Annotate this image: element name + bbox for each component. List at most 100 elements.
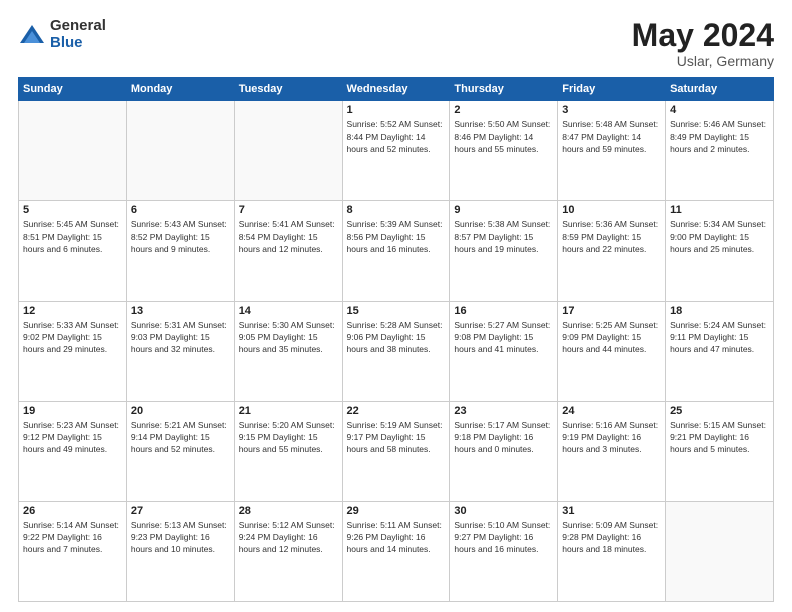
day-cell-2-3: 15 Sunrise: 5:28 AM Sunset: 9:06 PM Dayli…: [342, 301, 450, 401]
day-cell-0-6: 4 Sunrise: 5:46 AM Sunset: 8:49 PM Daylig…: [666, 101, 774, 201]
day-cell-3-4: 23 Sunrise: 5:17 AM Sunset: 9:18 PM Dayli…: [450, 401, 558, 501]
day-number-1-6: 11: [670, 204, 769, 216]
day-cell-4-3: 29 Sunrise: 5:11 AM Sunset: 9:26 PM Dayli…: [342, 501, 450, 601]
logo-icon: [18, 21, 46, 49]
day-info-1-3: Sunrise: 5:39 AM Sunset: 8:56 PM Dayligh…: [347, 218, 446, 255]
day-number-1-4: 9: [454, 204, 553, 216]
col-monday: Monday: [126, 78, 234, 101]
day-number-1-2: 7: [239, 204, 338, 216]
day-info-4-1: Sunrise: 5:13 AM Sunset: 9:23 PM Dayligh…: [131, 519, 230, 556]
day-cell-0-3: 1Sunrise: 5:52 AM Sunset: 8:44 PM Daylig…: [342, 101, 450, 201]
day-cell-3-6: 25 Sunrise: 5:15 AM Sunset: 9:21 PM Dayli…: [666, 401, 774, 501]
day-number-0-4: 2: [454, 104, 553, 116]
day-cell-1-6: 11 Sunrise: 5:34 AM Sunset: 9:00 PM Dayli…: [666, 201, 774, 301]
logo-text: General Blue: [50, 18, 106, 51]
day-cell-2-1: 13 Sunrise: 5:31 AM Sunset: 9:03 PM Dayli…: [126, 301, 234, 401]
day-cell-3-1: 20 Sunrise: 5:21 AM Sunset: 9:14 PM Dayli…: [126, 401, 234, 501]
col-sunday: Sunday: [19, 78, 127, 101]
day-number-3-4: 23: [454, 405, 553, 417]
day-cell-3-3: 22 Sunrise: 5:19 AM Sunset: 9:17 PM Dayli…: [342, 401, 450, 501]
day-number-3-6: 25: [670, 405, 769, 417]
title-month: May 2024: [632, 18, 774, 53]
day-number-2-1: 13: [131, 305, 230, 317]
day-cell-3-5: 24Sunrise: 5:16 AM Sunset: 9:19 PM Dayli…: [558, 401, 666, 501]
day-number-1-5: 10: [562, 204, 661, 216]
logo-general: General: [50, 18, 106, 35]
day-info-3-4: Sunrise: 5:17 AM Sunset: 9:18 PM Dayligh…: [454, 419, 553, 456]
day-info-2-6: Sunrise: 5:24 AM Sunset: 9:11 PM Dayligh…: [670, 319, 769, 356]
day-number-3-3: 22: [347, 405, 446, 417]
day-info-3-5: Sunrise: 5:16 AM Sunset: 9:19 PM Dayligh…: [562, 419, 661, 456]
day-info-1-4: Sunrise: 5:38 AM Sunset: 8:57 PM Dayligh…: [454, 218, 553, 255]
day-number-1-3: 8: [347, 204, 446, 216]
day-info-3-1: Sunrise: 5:21 AM Sunset: 9:14 PM Dayligh…: [131, 419, 230, 456]
week-row-2: 12Sunrise: 5:33 AM Sunset: 9:02 PM Dayli…: [19, 301, 774, 401]
day-info-1-2: Sunrise: 5:41 AM Sunset: 8:54 PM Dayligh…: [239, 218, 338, 255]
col-wednesday: Wednesday: [342, 78, 450, 101]
col-saturday: Saturday: [666, 78, 774, 101]
day-info-4-3: Sunrise: 5:11 AM Sunset: 9:26 PM Dayligh…: [347, 519, 446, 556]
day-number-2-5: 17: [562, 305, 661, 317]
day-info-3-6: Sunrise: 5:15 AM Sunset: 9:21 PM Dayligh…: [670, 419, 769, 456]
day-cell-3-0: 19 Sunrise: 5:23 AM Sunset: 9:12 PM Dayli…: [19, 401, 127, 501]
day-number-2-6: 18: [670, 305, 769, 317]
day-number-0-6: 4: [670, 104, 769, 116]
day-cell-4-5: 31Sunrise: 5:09 AM Sunset: 9:28 PM Dayli…: [558, 501, 666, 601]
day-info-3-3: Sunrise: 5:19 AM Sunset: 9:17 PM Dayligh…: [347, 419, 446, 456]
day-cell-4-4: 30 Sunrise: 5:10 AM Sunset: 9:27 PM Dayli…: [450, 501, 558, 601]
day-info-2-5: Sunrise: 5:25 AM Sunset: 9:09 PM Dayligh…: [562, 319, 661, 356]
day-cell-0-4: 2 Sunrise: 5:50 AM Sunset: 8:46 PM Daylig…: [450, 101, 558, 201]
day-info-4-0: Sunrise: 5:14 AM Sunset: 9:22 PM Dayligh…: [23, 519, 122, 556]
day-number-4-2: 28: [239, 505, 338, 517]
day-number-3-1: 20: [131, 405, 230, 417]
day-cell-1-0: 5Sunrise: 5:45 AM Sunset: 8:51 PM Daylig…: [19, 201, 127, 301]
day-cell-4-0: 26 Sunrise: 5:14 AM Sunset: 9:22 PM Dayli…: [19, 501, 127, 601]
day-info-3-0: Sunrise: 5:23 AM Sunset: 9:12 PM Dayligh…: [23, 419, 122, 456]
day-number-0-3: 1: [347, 104, 446, 116]
day-number-2-0: 12: [23, 305, 122, 317]
day-number-3-0: 19: [23, 405, 122, 417]
day-number-0-5: 3: [562, 104, 661, 116]
day-cell-1-5: 10 Sunrise: 5:36 AM Sunset: 8:59 PM Dayli…: [558, 201, 666, 301]
logo: General Blue: [18, 18, 106, 51]
day-cell-1-1: 6 Sunrise: 5:43 AM Sunset: 8:52 PM Daylig…: [126, 201, 234, 301]
day-info-0-4: Sunrise: 5:50 AM Sunset: 8:46 PM Dayligh…: [454, 118, 553, 155]
day-number-1-0: 5: [23, 204, 122, 216]
day-number-4-4: 30: [454, 505, 553, 517]
day-cell-2-5: 17 Sunrise: 5:25 AM Sunset: 9:09 PM Dayli…: [558, 301, 666, 401]
day-number-1-1: 6: [131, 204, 230, 216]
day-cell-0-1: [126, 101, 234, 201]
day-number-4-1: 27: [131, 505, 230, 517]
day-cell-4-6: [666, 501, 774, 601]
day-info-0-5: Sunrise: 5:48 AM Sunset: 8:47 PM Dayligh…: [562, 118, 661, 155]
day-number-4-0: 26: [23, 505, 122, 517]
day-cell-4-2: 28 Sunrise: 5:12 AM Sunset: 9:24 PM Dayli…: [234, 501, 342, 601]
calendar-header-row: Sunday Monday Tuesday Wednesday Thursday…: [19, 78, 774, 101]
day-cell-0-0: [19, 101, 127, 201]
day-info-2-2: Sunrise: 5:30 AM Sunset: 9:05 PM Dayligh…: [239, 319, 338, 356]
day-info-1-5: Sunrise: 5:36 AM Sunset: 8:59 PM Dayligh…: [562, 218, 661, 255]
day-number-2-3: 15: [347, 305, 446, 317]
day-info-1-6: Sunrise: 5:34 AM Sunset: 9:00 PM Dayligh…: [670, 218, 769, 255]
day-info-2-4: Sunrise: 5:27 AM Sunset: 9:08 PM Dayligh…: [454, 319, 553, 356]
logo-blue: Blue: [50, 35, 106, 52]
day-number-4-5: 31: [562, 505, 661, 517]
title-location: Uslar, Germany: [632, 53, 774, 69]
day-number-3-2: 21: [239, 405, 338, 417]
week-row-1: 5Sunrise: 5:45 AM Sunset: 8:51 PM Daylig…: [19, 201, 774, 301]
day-cell-1-4: 9 Sunrise: 5:38 AM Sunset: 8:57 PM Daylig…: [450, 201, 558, 301]
week-row-4: 26 Sunrise: 5:14 AM Sunset: 9:22 PM Dayli…: [19, 501, 774, 601]
header: General Blue May 2024 Uslar, Germany: [18, 18, 774, 69]
day-info-4-4: Sunrise: 5:10 AM Sunset: 9:27 PM Dayligh…: [454, 519, 553, 556]
day-cell-1-3: 8 Sunrise: 5:39 AM Sunset: 8:56 PM Daylig…: [342, 201, 450, 301]
day-number-2-2: 14: [239, 305, 338, 317]
day-info-2-3: Sunrise: 5:28 AM Sunset: 9:06 PM Dayligh…: [347, 319, 446, 356]
day-info-3-2: Sunrise: 5:20 AM Sunset: 9:15 PM Dayligh…: [239, 419, 338, 456]
day-info-0-6: Sunrise: 5:46 AM Sunset: 8:49 PM Dayligh…: [670, 118, 769, 155]
day-info-4-2: Sunrise: 5:12 AM Sunset: 9:24 PM Dayligh…: [239, 519, 338, 556]
day-info-1-1: Sunrise: 5:43 AM Sunset: 8:52 PM Dayligh…: [131, 218, 230, 255]
day-number-2-4: 16: [454, 305, 553, 317]
day-info-2-1: Sunrise: 5:31 AM Sunset: 9:03 PM Dayligh…: [131, 319, 230, 356]
day-number-4-3: 29: [347, 505, 446, 517]
title-block: May 2024 Uslar, Germany: [632, 18, 774, 69]
